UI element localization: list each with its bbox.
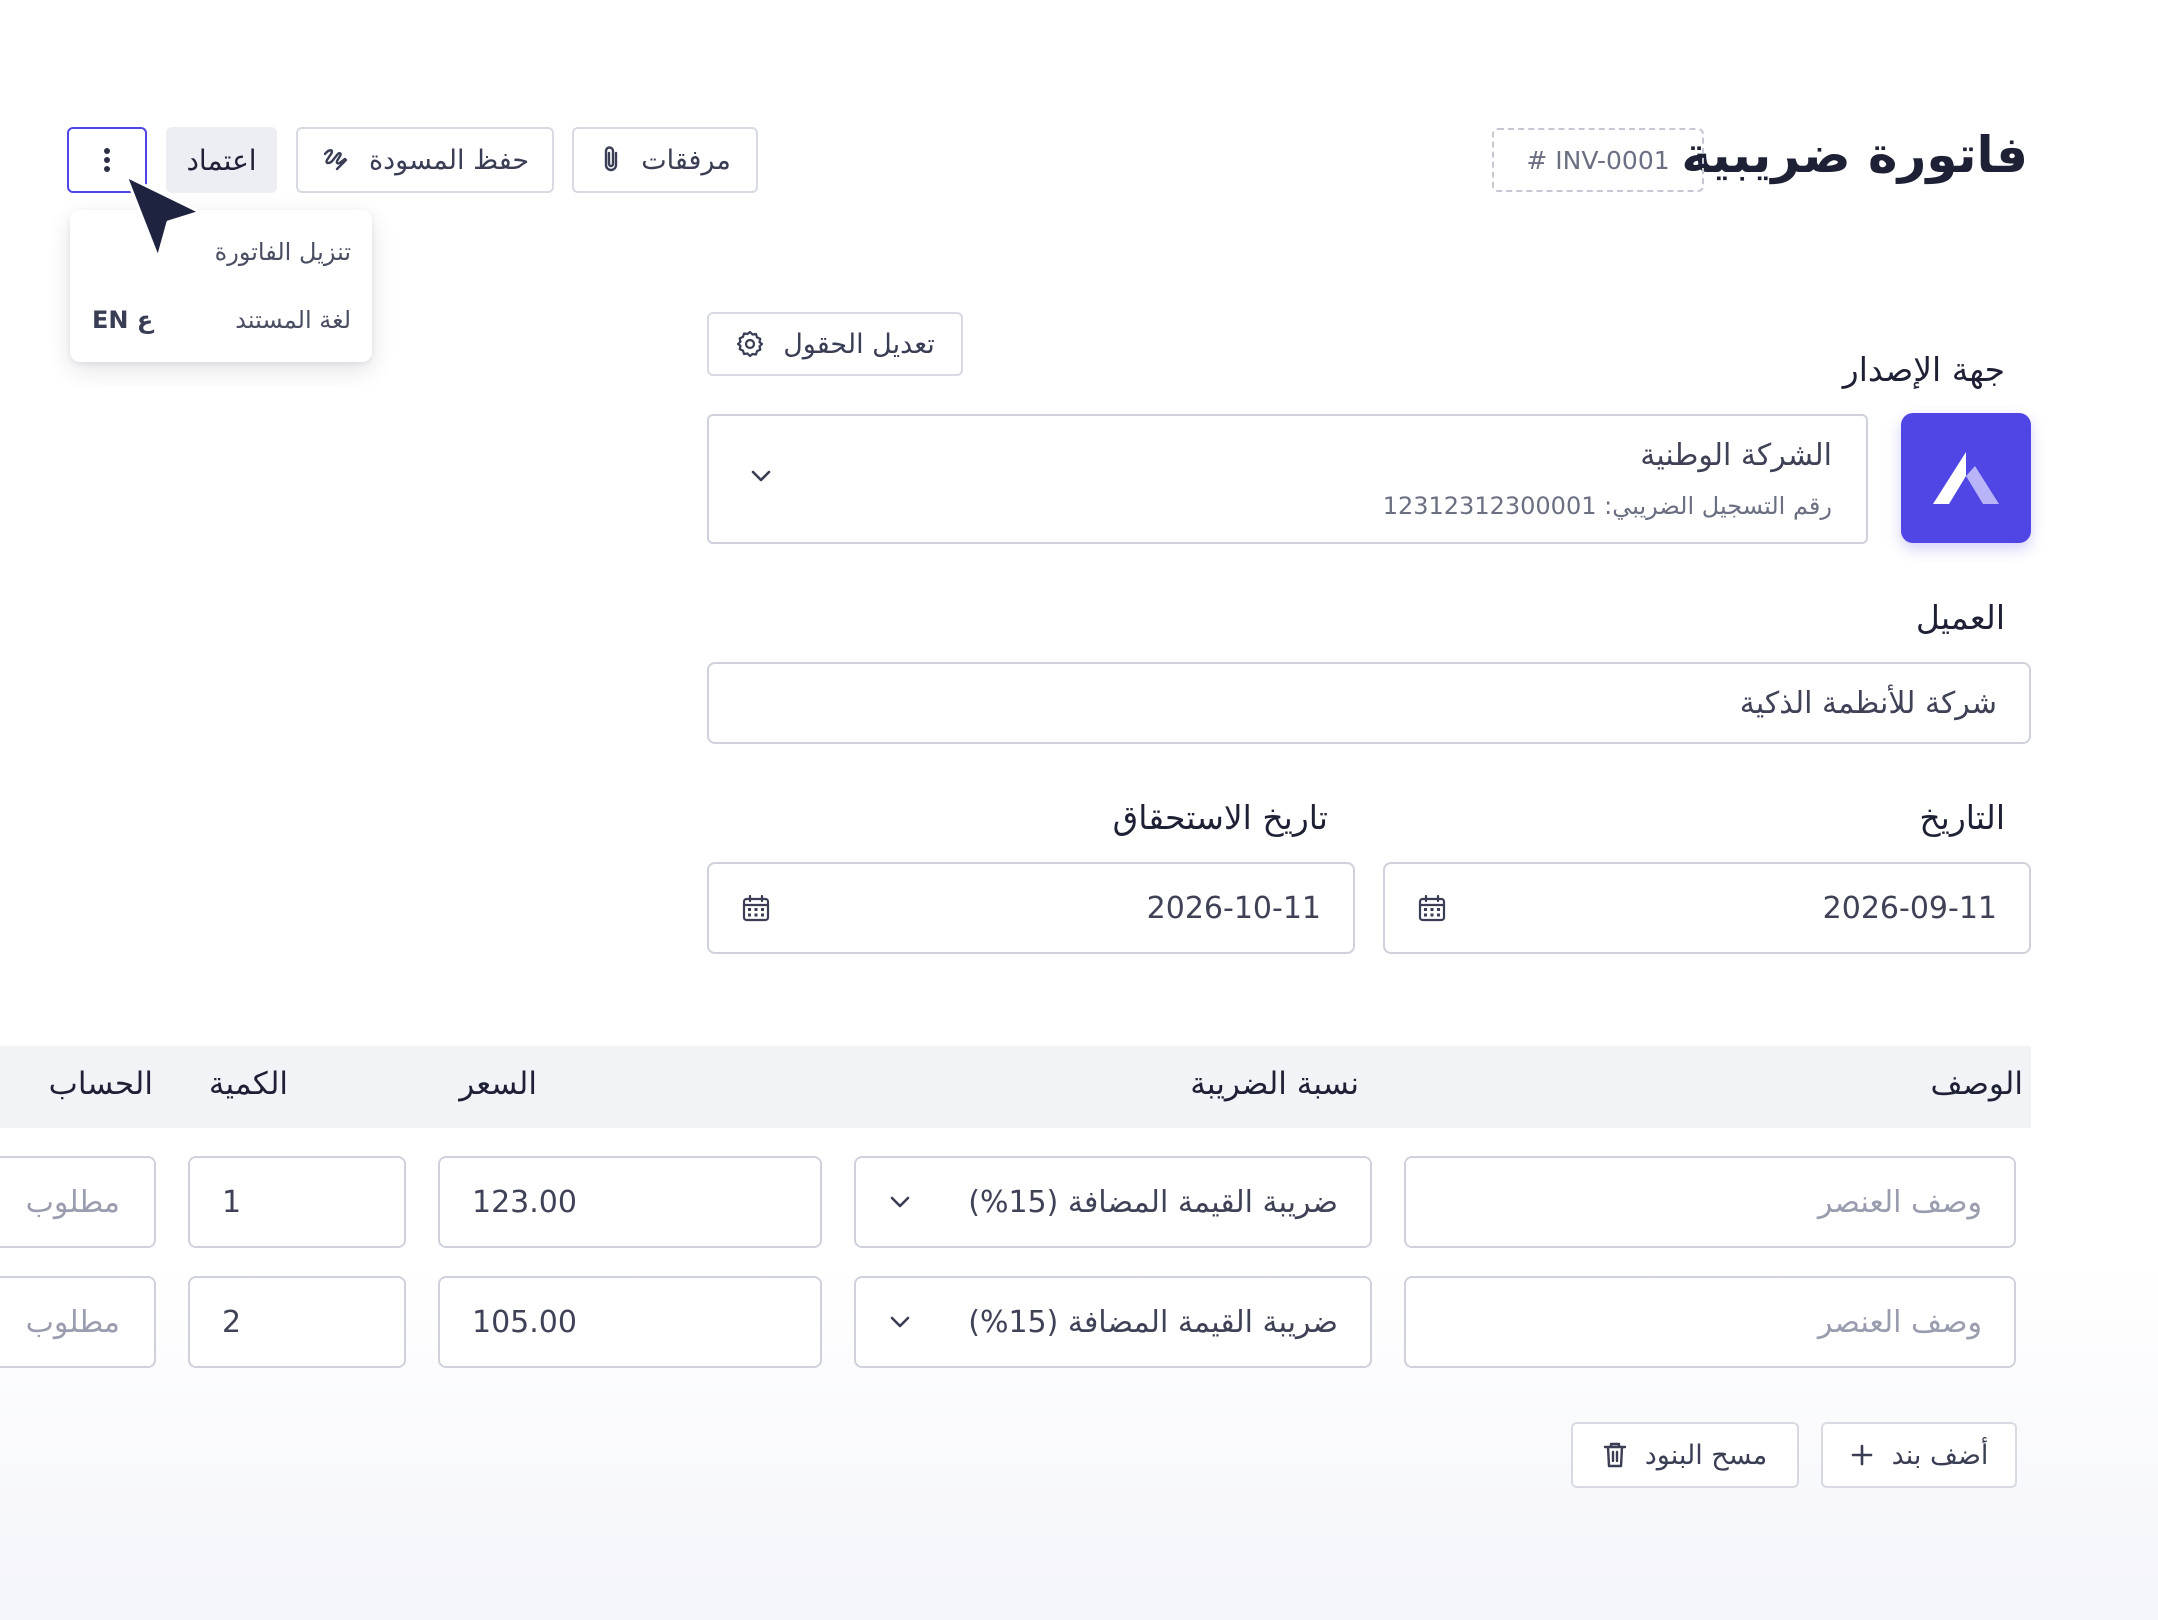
attachments-button[interactable]: مرفقات [572,127,758,193]
page-title: فاتورة ضريبية [1681,126,2028,184]
description-input[interactable]: وصف العنصر [1404,1276,2016,1368]
chevron-down-icon [749,468,773,484]
column-header-price: السعر [459,1066,537,1102]
add-item-button[interactable]: أضف بند [1821,1422,2017,1488]
gear-icon [735,329,765,359]
account-input[interactable]: مطلوب [0,1276,156,1368]
quantity-value: 1 [222,1184,242,1220]
edit-fields-label: تعديل الحقول [783,328,935,360]
tax-rate-select[interactable]: ضريبة القيمة المضافة (15%) [854,1276,1372,1368]
plus-icon [1850,1443,1874,1467]
tax-rate-value: ضريبة القيمة المضافة (15%) [968,1304,1338,1340]
account-placeholder: مطلوب [25,1304,120,1340]
column-header-account: الحساب [48,1066,153,1102]
column-header-quantity: الكمية [208,1066,288,1102]
customer-input[interactable]: شركة للأنظمة الذكية [707,662,2031,744]
menu-item-download-invoice-label: تنزيل الفاتورة [214,238,351,266]
chevron-down-icon [888,1314,912,1330]
clear-items-label: مسح البنود [1644,1439,1768,1471]
table-row: وصف العنصر ضريبة القيمة المضافة (15%) 10… [0,1276,2031,1368]
price-value: 123.00 [472,1184,577,1220]
table-header: الوصف نسبة الضريبة السعر الكمية الحساب [0,1046,2031,1128]
table-row: وصف العنصر ضريبة القيمة المضافة (15%) 12… [0,1156,2031,1248]
tax-rate-select[interactable]: ضريبة القيمة المضافة (15%) [854,1156,1372,1248]
account-input[interactable]: مطلوب [0,1156,156,1248]
more-menu-dropdown: تنزيل الفاتورة لغة المستند EN ع [70,210,372,362]
calendar-icon [741,893,771,923]
due-date-input[interactable]: 2026-10-11 [707,862,1355,954]
issuer-logo [1901,413,2031,543]
signature-icon [321,145,351,175]
language-toggle[interactable]: EN ع [92,306,153,334]
trash-icon [1603,1441,1627,1469]
quantity-input[interactable]: 1 [188,1156,406,1248]
chevron-down-icon [888,1194,912,1210]
description-placeholder: وصف العنصر [1817,1304,1982,1340]
add-item-label: أضف بند [1891,1439,1989,1471]
issue-date-value: 2026-09-11 [1822,890,1997,926]
invoice-number-badge[interactable]: # INV-0001 [1492,128,1704,192]
clear-items-button[interactable]: مسح البنود [1571,1422,1799,1488]
price-input[interactable]: 123.00 [438,1156,822,1248]
column-header-tax-rate: نسبة الضريبة [1190,1066,1359,1102]
issue-date-label: التاريخ [1919,798,2005,837]
invoice-number-text: # INV-0001 [1526,145,1670,175]
customer-value: شركة للأنظمة الذكية [1739,685,1997,721]
price-value: 105.00 [472,1304,577,1340]
edit-fields-button[interactable]: تعديل الحقول [707,312,963,376]
save-draft-label: حفظ المسودة [368,144,530,176]
document-language-label: لغة المستند [235,306,351,334]
more-vertical-icon [103,147,111,173]
menu-item-document-language[interactable]: لغة المستند EN ع [70,302,372,346]
quantity-value: 2 [222,1304,242,1340]
issuer-name: الشركة الوطنية [1640,438,1832,473]
issue-date-input[interactable]: 2026-09-11 [1383,862,2031,954]
due-date-label: تاريخ الاستحقاق [1112,798,1328,837]
due-date-value: 2026-10-11 [1146,890,1321,926]
column-header-description: الوصف [1930,1066,2024,1102]
quantity-input[interactable]: 2 [188,1276,406,1368]
mouse-cursor-icon [122,172,206,268]
calendar-icon [1417,893,1447,923]
price-input[interactable]: 105.00 [438,1276,822,1368]
attachments-label: مرفقات [641,144,731,176]
issuer-label: جهة الإصدار [1842,350,2005,389]
issuer-tax-id: رقم التسجيل الضريبي: 12312312300001 [1382,492,1832,520]
tax-rate-value: ضريبة القيمة المضافة (15%) [968,1184,1338,1220]
description-placeholder: وصف العنصر [1817,1184,1982,1220]
account-placeholder: مطلوب [25,1184,120,1220]
description-input[interactable]: وصف العنصر [1404,1156,2016,1248]
save-draft-button[interactable]: حفظ المسودة [296,127,554,193]
menu-item-download-invoice[interactable]: تنزيل الفاتورة [215,230,351,274]
paperclip-icon [599,145,623,175]
customer-label: العميل [1915,598,2005,637]
issuer-select[interactable]: الشركة الوطنية رقم التسجيل الضريبي: 1231… [707,414,1868,544]
